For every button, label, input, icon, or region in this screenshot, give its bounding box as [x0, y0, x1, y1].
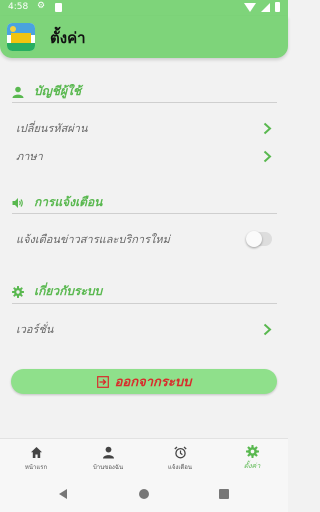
- speaker-icon: [12, 197, 23, 208]
- section-notifications-header: การแจ้งเตือน: [12, 193, 102, 212]
- home-icon: [30, 446, 42, 458]
- nav-item-settings[interactable]: ตั้งค่า: [216, 439, 288, 478]
- person-icon: [12, 86, 24, 98]
- nav-label: ตั้งค่า: [243, 462, 261, 470]
- system-nav-bar: [0, 478, 288, 512]
- news-notification-label: แจ้งเตือนข่าวสารและบริการใหม่: [16, 233, 170, 246]
- section-account-header: บัญชีผู้ใช้: [12, 82, 81, 101]
- logout-button[interactable]: ออกจากระบบ: [11, 369, 277, 394]
- status-icons: [244, 2, 280, 12]
- chevron-right-icon: [263, 122, 272, 134]
- sd-card-icon: [55, 3, 62, 12]
- nav-label: หน้าแรก: [24, 463, 48, 471]
- nav-item-notifications[interactable]: แจ้งเตือน: [144, 439, 216, 478]
- language-item[interactable]: ภาษา: [16, 145, 272, 167]
- section-notifications-title: การแจ้งเตือน: [34, 195, 103, 209]
- language-label: ภาษา: [16, 150, 43, 163]
- signal-icon: [261, 2, 270, 12]
- version-label: เวอร์ชั่น: [16, 323, 54, 336]
- chevron-right-icon: [263, 150, 272, 162]
- recent-apps-icon[interactable]: [219, 489, 229, 499]
- nav-item-home[interactable]: หน้าแรก: [0, 439, 72, 478]
- back-icon[interactable]: [59, 489, 67, 499]
- gear-icon: [245, 445, 259, 458]
- page-title: ตั้งค่า: [50, 29, 86, 47]
- nav-item-my-home[interactable]: บ้านของฉัน: [72, 439, 144, 478]
- section-system-title: เกี่ยวกับระบบ: [34, 284, 103, 298]
- nav-label: แจ้งเตือน: [168, 463, 192, 471]
- divider: [12, 213, 277, 214]
- logout-icon: [96, 375, 109, 388]
- app-logo: [7, 23, 35, 51]
- app-bar: ตั้งค่า: [0, 16, 288, 58]
- section-system-header: เกี่ยวกับระบบ: [12, 282, 102, 301]
- wifi-icon: [244, 2, 256, 12]
- alarm-clock-icon: [173, 446, 187, 458]
- gear-icon: ⚙: [37, 1, 46, 11]
- news-notification-toggle[interactable]: [246, 231, 272, 247]
- divider: [12, 303, 277, 304]
- gear-icon: [12, 285, 24, 298]
- status-bar: 4:58 ⚙: [0, 0, 288, 16]
- toggle-knob: [246, 231, 262, 247]
- chevron-right-icon: [263, 323, 272, 335]
- home-circle-icon[interactable]: [139, 489, 149, 499]
- nav-label: บ้านของฉัน: [92, 463, 124, 471]
- change-password-label: เปลี่ยนรหัสผ่าน: [16, 122, 88, 135]
- change-password-item[interactable]: เปลี่ยนรหัสผ่าน: [16, 117, 272, 139]
- news-notification-item: แจ้งเตือนข่าวสารและบริการใหม่: [16, 228, 272, 250]
- battery-icon: [275, 2, 280, 12]
- status-time: 4:58: [8, 2, 29, 12]
- person-icon: [102, 446, 114, 458]
- divider: [12, 102, 277, 103]
- version-item[interactable]: เวอร์ชั่น: [16, 318, 272, 340]
- section-account-title: บัญชีผู้ใช้: [34, 84, 82, 98]
- bottom-nav: หน้าแรก บ้านของฉัน แจ้งเตือน ตั้งค่า: [0, 438, 288, 478]
- logout-label: ออกจากระบบ: [114, 375, 192, 390]
